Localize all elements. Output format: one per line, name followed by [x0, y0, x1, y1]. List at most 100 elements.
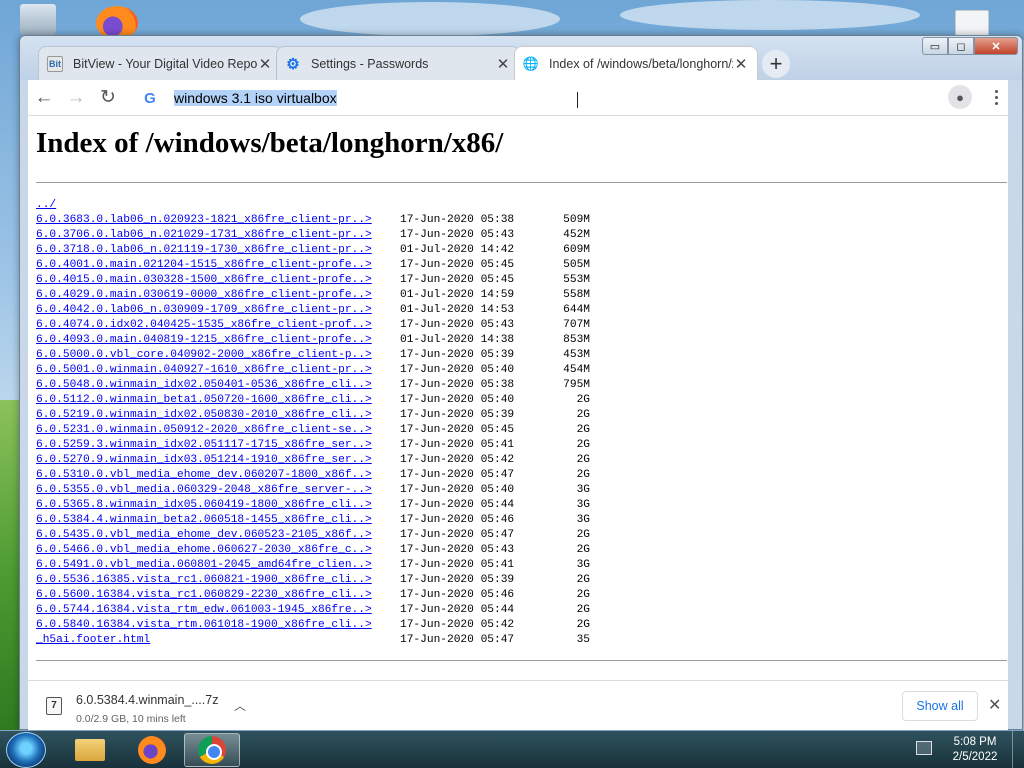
file-size: 609M — [563, 244, 590, 256]
file-size: 3G — [576, 514, 590, 526]
chevron-up-icon[interactable]: ︿ — [234, 697, 246, 714]
table-row: 6.0.4001.0.main.021204-1515_x86fre_clien… — [36, 258, 590, 273]
address-text[interactable]: windows 3.1 iso virtualbox — [174, 90, 337, 106]
file-link[interactable]: 6.0.4001.0.main.021204-1515_x86fre_clien… — [36, 258, 400, 273]
file-link[interactable]: 6.0.5259.3.winmain_idx02.051117-1715_x86… — [36, 438, 400, 453]
file-link[interactable]: 6.0.5270.9.winmain_idx03.051214-1910_x86… — [36, 453, 400, 468]
parent-dir-link[interactable]: ../ — [36, 198, 400, 213]
file-date: 17-Jun-2020 05:38 — [400, 379, 515, 391]
divider — [36, 660, 1007, 661]
new-tab-button[interactable]: + — [762, 50, 790, 78]
tab-settings-passwords[interactable]: ⚙ Settings - Passwords ✕ — [276, 46, 520, 80]
file-link[interactable]: 6.0.5491.0.vbl_media.060801-2045_amd64fr… — [36, 558, 400, 573]
firefox-icon — [138, 736, 166, 764]
file-link[interactable]: 6.0.5744.16384.vista_rtm_edw.061003-1945… — [36, 603, 400, 618]
file-date: 17-Jun-2020 05:43 — [400, 544, 515, 556]
download-item-name[interactable]: 6.0.5384.4.winmain_....7z — [76, 693, 218, 707]
explorer-taskbar-button[interactable] — [62, 733, 118, 767]
profile-avatar-icon[interactable]: ● — [948, 85, 972, 109]
file-link[interactable]: 6.0.5435.0.vbl_media_ehome_dev.060523-21… — [36, 528, 400, 543]
recycle-bin-icon[interactable] — [20, 4, 56, 38]
file-date: 01-Jul-2020 14:42 — [400, 244, 515, 256]
file-date: 17-Jun-2020 05:39 — [400, 409, 515, 421]
table-row: 6.0.4074.0.idx02.040425-1535_x86fre_clie… — [36, 318, 590, 333]
file-link[interactable]: 6.0.3683.0.lab06_n.020923-1821_x86fre_cl… — [36, 213, 400, 228]
file-link[interactable]: 6.0.5466.0.vbl_media_ehome.060627-2030_x… — [36, 543, 400, 558]
file-link[interactable]: 6.0.5384.4.winmain_beta2.060518-1455_x86… — [36, 513, 400, 528]
file-link[interactable]: 6.0.5840.16384.vista_rtm.061018-1900_x86… — [36, 618, 400, 633]
minimize-button[interactable]: ▭ — [922, 37, 948, 55]
file-link[interactable]: 6.0.5231.0.winmain.050912-2020_x86fre_cl… — [36, 423, 400, 438]
menu-dots-icon[interactable] — [986, 84, 1006, 110]
show-all-button[interactable]: Show all — [902, 691, 978, 721]
table-row: 6.0.4042.0.lab06_n.030909-1709_x86fre_cl… — [36, 303, 590, 318]
file-size: 3G — [576, 499, 590, 511]
start-button[interactable] — [6, 732, 46, 768]
parent-dir-row: ../ — [36, 198, 590, 213]
tab-title: Settings - Passwords — [311, 56, 429, 71]
file-link[interactable]: 6.0.5310.0.vbl_media_ehome_dev.060207-18… — [36, 468, 400, 483]
close-window-button[interactable]: ✕ — [974, 37, 1018, 55]
table-row: 6.0.5000.0.vbl_core.040902-2000_x86fre_c… — [36, 348, 590, 363]
close-tab-icon[interactable]: ✕ — [495, 55, 511, 73]
reload-button[interactable]: ↻ — [92, 82, 124, 114]
file-link[interactable]: 6.0.5365.8.winmain_idx05.060419-1800_x86… — [36, 498, 400, 513]
table-row: 6.0.5365.8.winmain_idx05.060419-1800_x86… — [36, 498, 590, 513]
file-date: 17-Jun-2020 05:45 — [400, 424, 515, 436]
file-size: 2G — [576, 529, 590, 541]
table-row: 6.0.5001.0.winmain.040927-1610_x86fre_cl… — [36, 363, 590, 378]
system-clock[interactable]: 5:08 PM 2/5/2022 — [940, 735, 1010, 765]
file-link[interactable]: 6.0.4093.0.main.040819-1215_x86fre_clien… — [36, 333, 400, 348]
file-date: 17-Jun-2020 05:46 — [400, 514, 515, 526]
clock-date: 2/5/2022 — [952, 751, 998, 763]
file-size: 2G — [576, 394, 590, 406]
network-icon[interactable] — [916, 741, 932, 755]
file-size: 2G — [576, 619, 590, 631]
file-link[interactable]: 6.0.5355.0.vbl_media.060329-2048_x86fre_… — [36, 483, 400, 498]
close-shelf-icon[interactable]: ✕ — [988, 695, 1001, 715]
back-button[interactable]: ← — [28, 82, 60, 114]
page-title: Index of /windows/beta/longhorn/x86/ — [36, 127, 504, 159]
desktop-cloud — [620, 0, 920, 30]
file-link[interactable]: 6.0.3706.0.lab06_n.021029-1731_x86fre_cl… — [36, 228, 400, 243]
file-link[interactable]: _h5ai.footer.html — [36, 633, 400, 648]
tab-strip: Bit BitView - Your Digital Video Reposit… — [20, 36, 1022, 80]
browser-window: Bit BitView - Your Digital Video Reposit… — [19, 35, 1023, 730]
forward-button[interactable]: → — [60, 82, 92, 114]
file-link[interactable]: 6.0.5000.0.vbl_core.040902-2000_x86fre_c… — [36, 348, 400, 363]
file-link[interactable]: 6.0.3718.0.lab06_n.021119-1730_x86fre_cl… — [36, 243, 400, 258]
address-selected-text: windows 3.1 iso virtualbox — [174, 90, 337, 106]
file-size: 2G — [576, 439, 590, 451]
file-date: 17-Jun-2020 05:44 — [400, 604, 515, 616]
file-size: 853M — [563, 334, 590, 346]
file-size: 2G — [576, 574, 590, 586]
tab-index-longhorn[interactable]: 🌐 Index of /windows/beta/longhorn/x86/ ✕ — [514, 46, 758, 80]
file-link[interactable]: 6.0.4029.0.main.030619-0000_x86fre_clien… — [36, 288, 400, 303]
file-date: 17-Jun-2020 05:47 — [400, 469, 515, 481]
chrome-taskbar-button[interactable] — [184, 733, 240, 767]
table-row: 6.0.5310.0.vbl_media_ehome_dev.060207-18… — [36, 468, 590, 483]
file-size: 644M — [563, 304, 590, 316]
file-link[interactable]: 6.0.5219.0.winmain_idx02.050830-2010_x86… — [36, 408, 400, 423]
close-tab-icon[interactable]: ✕ — [733, 55, 749, 73]
address-bar[interactable]: G windows 3.1 iso virtualbox — [140, 84, 940, 112]
table-row: 6.0.5259.3.winmain_idx02.051117-1715_x86… — [36, 438, 590, 453]
file-link[interactable]: 6.0.5112.0.winmain_beta1.050720-1600_x86… — [36, 393, 400, 408]
file-link[interactable]: 6.0.4074.0.idx02.040425-1535_x86fre_clie… — [36, 318, 400, 333]
file-size: 452M — [563, 229, 590, 241]
file-link[interactable]: 6.0.5001.0.winmain.040927-1610_x86fre_cl… — [36, 363, 400, 378]
tab-bitview[interactable]: Bit BitView - Your Digital Video Reposit… — [38, 46, 282, 80]
table-row: 6.0.5112.0.winmain_beta1.050720-1600_x86… — [36, 393, 590, 408]
file-size: 505M — [563, 259, 590, 271]
close-tab-icon[interactable]: ✕ — [257, 55, 273, 73]
firefox-taskbar-button[interactable] — [124, 733, 180, 767]
file-link[interactable]: 6.0.4015.0.main.030328-1500_x86fre_clien… — [36, 273, 400, 288]
maximize-button[interactable]: ◻ — [948, 37, 974, 55]
file-link[interactable]: 6.0.5600.16384.vista_rc1.060829-2230_x86… — [36, 588, 400, 603]
file-link[interactable]: 6.0.5048.0.winmain_idx02.050401-0536_x86… — [36, 378, 400, 393]
file-link[interactable]: 6.0.5536.16385.vista_rc1.060821-1900_x86… — [36, 573, 400, 588]
file-link[interactable]: 6.0.4042.0.lab06_n.030909-1709_x86fre_cl… — [36, 303, 400, 318]
show-desktop-button[interactable] — [1012, 731, 1024, 768]
file-date: 17-Jun-2020 05:41 — [400, 559, 515, 571]
file-date: 17-Jun-2020 05:42 — [400, 619, 515, 631]
